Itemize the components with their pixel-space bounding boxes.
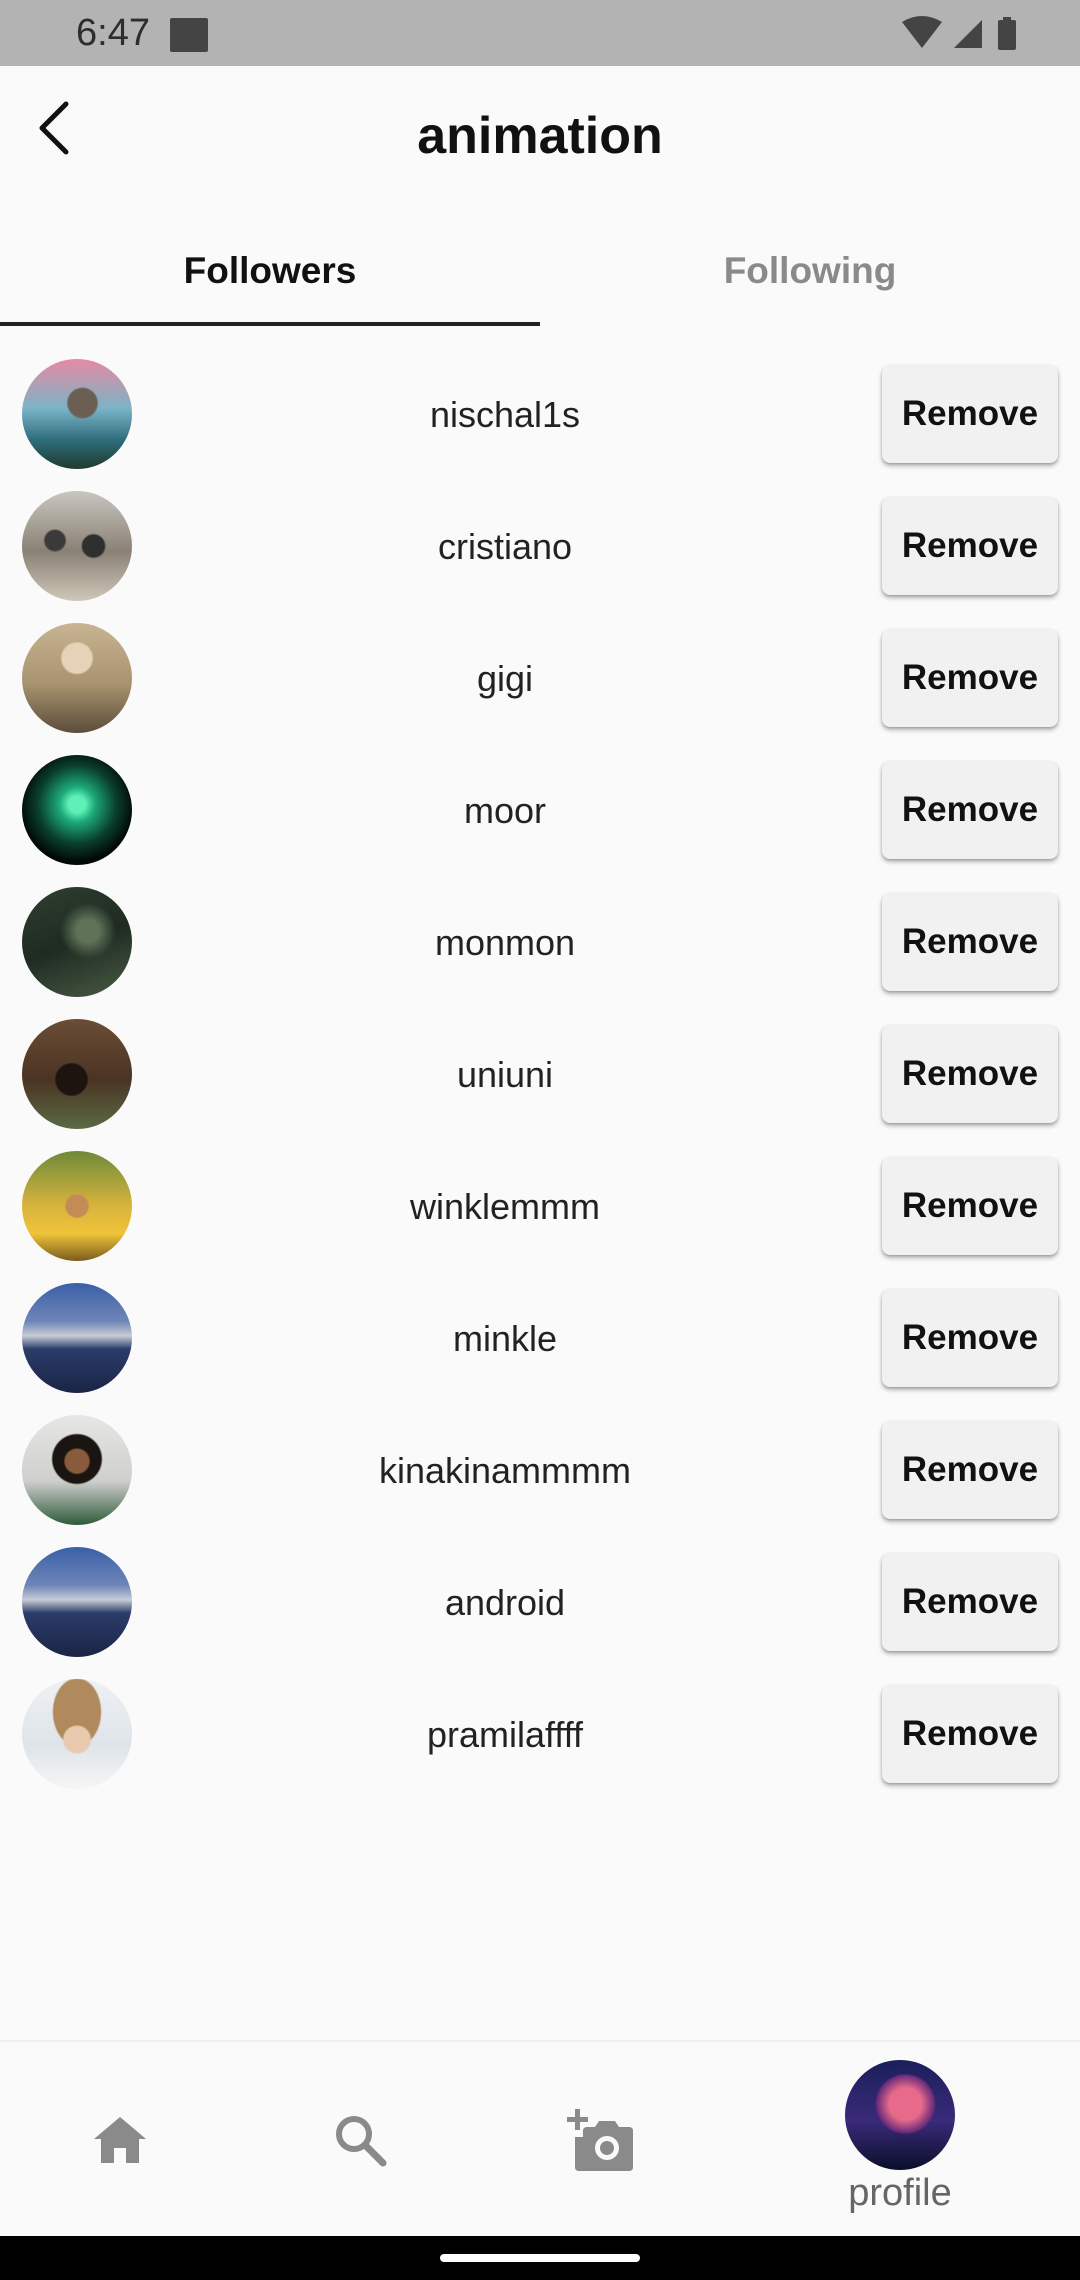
list-item: moor Remove [0, 745, 1080, 877]
battery-icon [998, 17, 1016, 50]
avatar[interactable] [22, 1547, 132, 1657]
avatar[interactable] [22, 359, 132, 469]
remove-button[interactable]: Remove [882, 1289, 1058, 1387]
username[interactable]: pramilaffff [140, 1669, 870, 1801]
list-item: pramilaffff Remove [0, 1669, 1080, 1801]
username[interactable]: minkle [140, 1273, 870, 1405]
status-icons [900, 16, 1040, 52]
remove-button[interactable]: Remove [882, 1025, 1058, 1123]
username[interactable]: kinakinammmm [140, 1405, 870, 1537]
nav-add-photo[interactable] [540, 2042, 660, 2238]
username[interactable]: winklemmm [140, 1141, 870, 1273]
username[interactable]: nischal1s [140, 349, 870, 481]
remove-button[interactable]: Remove [882, 1157, 1058, 1255]
username[interactable]: android [140, 1537, 870, 1669]
avatar[interactable] [22, 1151, 132, 1261]
list-item: kinakinammmm Remove [0, 1405, 1080, 1537]
remove-button[interactable]: Remove [882, 893, 1058, 991]
list-item: winklemmm Remove [0, 1141, 1080, 1273]
username[interactable]: monmon [140, 877, 870, 1009]
tab-followers[interactable]: Followers [0, 216, 540, 326]
home-gesture-pill[interactable] [440, 2254, 640, 2262]
tab-indicator [0, 322, 540, 326]
username[interactable]: gigi [140, 613, 870, 745]
avatar[interactable] [22, 1283, 132, 1393]
add-photo-icon [567, 2109, 633, 2171]
list-item: uniuni Remove [0, 1009, 1080, 1141]
list-item: cristiano Remove [0, 481, 1080, 613]
remove-button[interactable]: Remove [882, 1421, 1058, 1519]
nav-home[interactable] [60, 2042, 180, 2238]
search-icon [336, 2116, 387, 2167]
remove-button[interactable]: Remove [882, 365, 1058, 463]
page-title: animation [417, 107, 663, 165]
list-item: monmon Remove [0, 877, 1080, 1009]
list-item: minkle Remove [0, 1273, 1080, 1405]
wifi-icon [902, 16, 942, 48]
remove-button[interactable]: Remove [882, 629, 1058, 727]
nav-search[interactable] [300, 2042, 420, 2238]
avatar[interactable] [22, 755, 132, 865]
signal-icon [954, 20, 982, 48]
app-bar: animation [0, 66, 1080, 216]
bottom-nav: profile [0, 2040, 1080, 2236]
avatar[interactable] [22, 491, 132, 601]
tab-following[interactable]: Following [540, 216, 1080, 326]
system-navigation-bar [0, 2236, 1080, 2280]
avatar[interactable] [22, 1415, 132, 1525]
notification-icon [170, 18, 208, 52]
profile-label: profile [848, 2171, 952, 2214]
username[interactable]: moor [140, 745, 870, 877]
remove-button[interactable]: Remove [882, 1553, 1058, 1651]
avatar[interactable] [22, 1679, 132, 1789]
status-bar: 6:47 [0, 0, 1080, 66]
list-item: android Remove [0, 1537, 1080, 1669]
home-icon [94, 2117, 146, 2163]
list-item: gigi Remove [0, 613, 1080, 745]
avatar[interactable] [22, 623, 132, 733]
remove-button[interactable]: Remove [882, 1685, 1058, 1783]
tab-bar: Followers Following [0, 216, 1080, 326]
followers-list: nischal1s Remove cristiano Remove gigi R… [0, 349, 1080, 1801]
username[interactable]: cristiano [140, 481, 870, 613]
username[interactable]: uniuni [140, 1009, 870, 1141]
remove-button[interactable]: Remove [882, 497, 1058, 595]
remove-button[interactable]: Remove [882, 761, 1058, 859]
profile-avatar [845, 2059, 955, 2170]
list-item: nischal1s Remove [0, 349, 1080, 481]
status-time: 6:47 [76, 12, 150, 54]
avatar[interactable] [22, 887, 132, 997]
avatar[interactable] [22, 1019, 132, 1129]
nav-profile[interactable]: profile [820, 2042, 980, 2238]
